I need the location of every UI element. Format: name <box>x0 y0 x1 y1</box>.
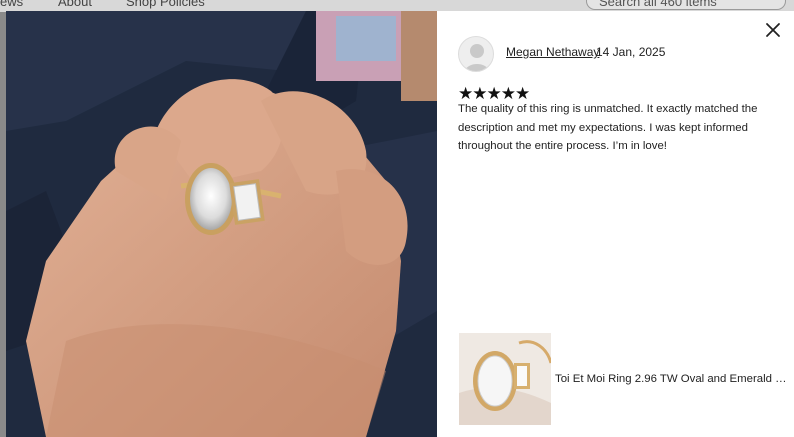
review-panel: Megan Nethaway 14 Jan, 2025 ★★★★★ The qu… <box>437 11 794 437</box>
background-nav-item: Shop Policies <box>126 0 205 9</box>
reviewer-name-link[interactable]: Megan Nethaway <box>506 45 599 59</box>
review-photo <box>6 11 437 437</box>
close-icon <box>766 23 780 37</box>
user-avatar-icon <box>458 36 494 72</box>
background-search-input: Search all 460 items <box>586 0 786 10</box>
review-photo-modal: Megan Nethaway 14 Jan, 2025 ★★★★★ The qu… <box>6 11 794 437</box>
background-nav-item: About <box>58 0 92 9</box>
review-text: The quality of this ring is unmatched. I… <box>458 103 758 152</box>
background-nav-item: ews <box>0 0 24 9</box>
product-thumbnail[interactable] <box>459 333 551 425</box>
product-title-link[interactable]: Toi Et Moi Ring 2.96 TW Oval and Emerald… <box>555 373 787 385</box>
close-button[interactable] <box>764 21 782 39</box>
review-date: 14 Jan, 2025 <box>596 45 666 59</box>
